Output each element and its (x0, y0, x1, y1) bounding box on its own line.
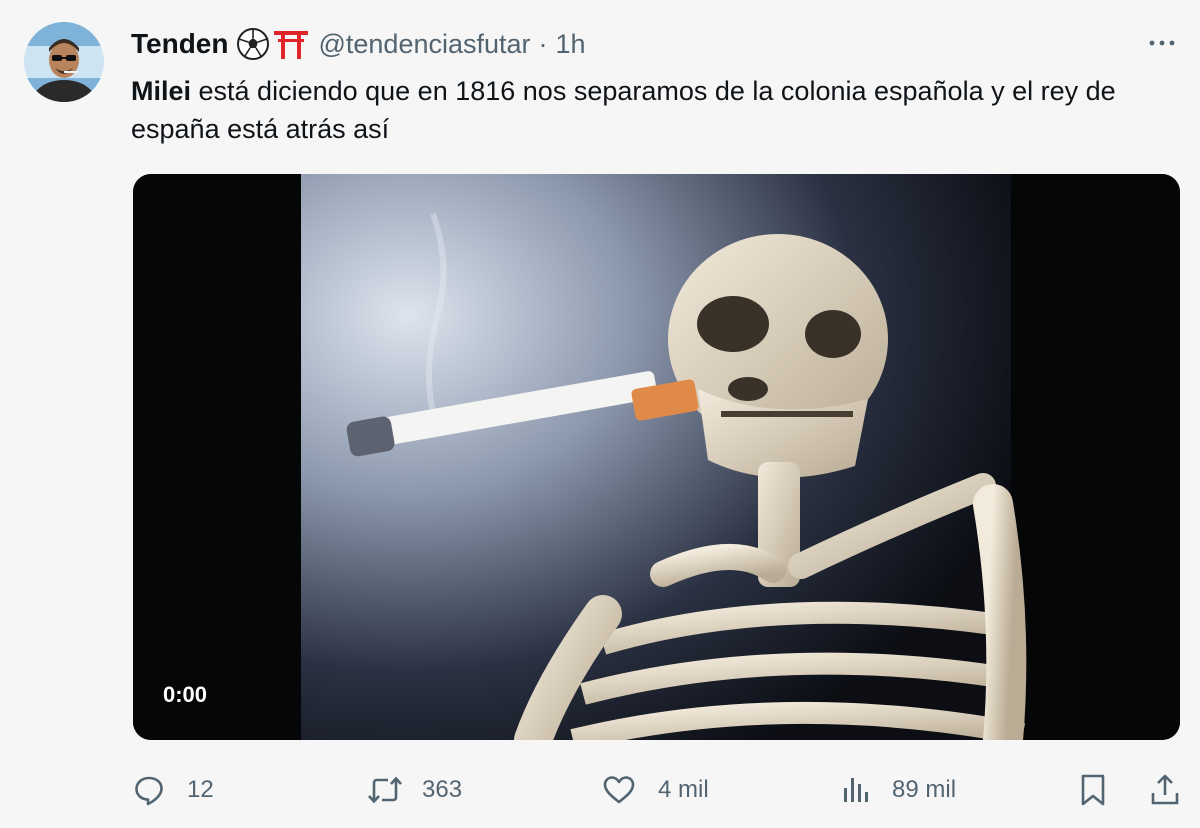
tweet-text-mention: Milei (131, 76, 192, 106)
tweet-actions: 12 363 4 mil 89 mil (0, 760, 1200, 820)
tweet-header: Tenden @tendenciasfutar · 1h (131, 24, 586, 64)
bookmark-button[interactable] (1078, 760, 1108, 820)
video-frame (133, 174, 1180, 740)
avatar[interactable] (24, 22, 104, 102)
tweet-video[interactable]: 0:00 (133, 174, 1180, 740)
heart-icon (603, 776, 635, 804)
like-count: 4 mil (658, 776, 709, 803)
tweet-text: Milei está diciendo que en 1816 nos sepa… (131, 72, 1171, 148)
author-emoji (236, 27, 310, 61)
share-button[interactable] (1149, 760, 1181, 820)
reply-icon (135, 776, 163, 806)
avatar-image (24, 22, 104, 102)
repost-icon (368, 776, 402, 804)
meta-separator: · (538, 28, 548, 59)
torii-gate-icon (274, 31, 309, 59)
views-button[interactable]: 89 mil (840, 760, 956, 820)
share-icon (1151, 774, 1179, 805)
author-name[interactable]: Tenden (131, 28, 228, 60)
tweet-text-body: está diciendo que en 1816 nos separamos … (131, 76, 1116, 144)
bookmark-icon (1081, 774, 1105, 806)
more-icon (1149, 40, 1175, 46)
views-icon (844, 778, 868, 802)
views-count: 89 mil (892, 776, 957, 803)
reply-count: 12 (187, 776, 214, 803)
video-timestamp: 0:00 (163, 682, 208, 707)
author-handle[interactable]: @tendenciasfutar (318, 29, 530, 60)
repost-count: 363 (422, 776, 463, 803)
reply-button[interactable]: 12 (133, 760, 214, 820)
soccer-ball-icon (237, 28, 270, 60)
repost-button[interactable]: 363 (366, 760, 462, 820)
like-button[interactable]: 4 mil (602, 760, 709, 820)
tweet-time[interactable]: 1h (556, 29, 586, 60)
more-button[interactable] (1144, 28, 1180, 58)
